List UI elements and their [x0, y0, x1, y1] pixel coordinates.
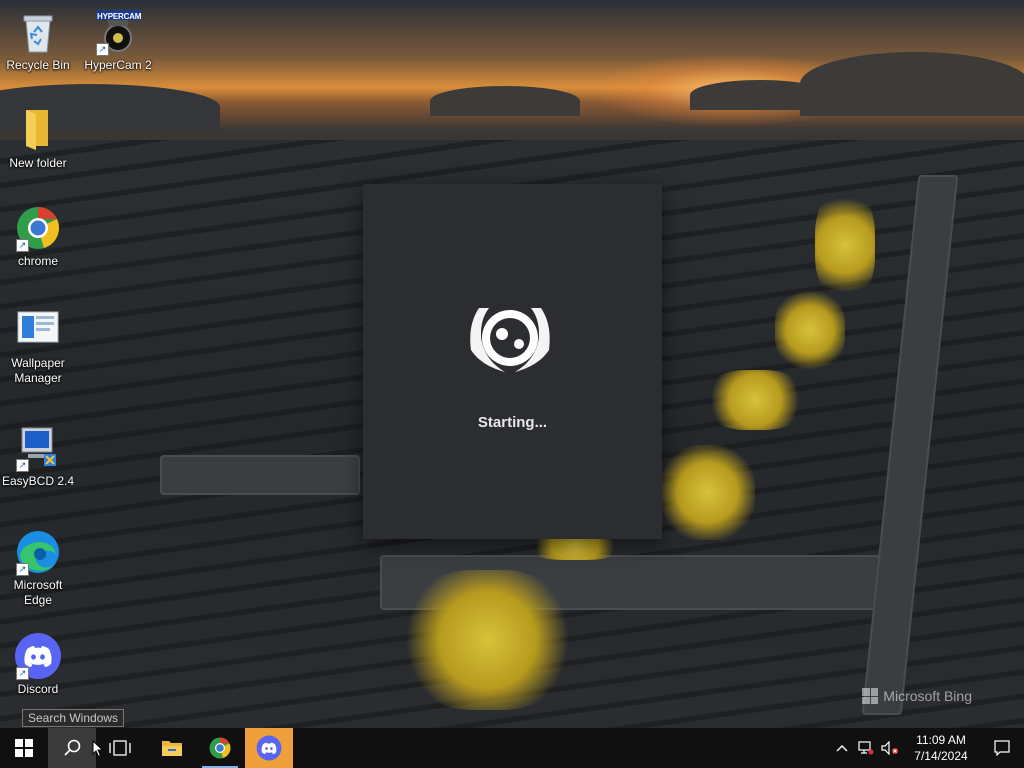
shortcut-arrow-icon: ↗ — [16, 563, 29, 576]
chrome-taskbar-button[interactable] — [196, 728, 244, 768]
show-hidden-icons-chevron-icon[interactable] — [830, 728, 854, 768]
bing-watermark-label: Microsoft Bing — [883, 688, 972, 704]
wallpaper-manager-icon — [14, 306, 62, 354]
desktop-icon-wallpaper-manager[interactable]: Wallpaper Manager — [0, 306, 76, 386]
desktop-icon-label: Microsoft Edge — [13, 578, 63, 607]
desktop-icon-label: Discord — [17, 682, 59, 696]
discord-splash-window: Starting... — [363, 184, 662, 539]
search-button[interactable] — [48, 728, 96, 768]
desktop-icon-label: EasyBCD 2.4 — [1, 474, 75, 488]
chrome-icon: ↗ — [14, 204, 62, 252]
wallpaper-mountain — [430, 86, 580, 116]
action-center-button[interactable] — [980, 728, 1024, 768]
desktop-icon-label: Recycle Bin — [6, 58, 70, 72]
shortcut-arrow-icon: ↗ — [16, 459, 29, 472]
discord-icon: ↗ — [14, 632, 62, 680]
file-explorer-button[interactable] — [148, 728, 196, 768]
chrome-icon — [209, 737, 231, 759]
hypercam-badge: HYPERCAM — [97, 12, 142, 21]
desktop-icon-chrome[interactable]: ↗ chrome — [0, 204, 76, 269]
shortcut-arrow-icon: ↗ — [16, 239, 29, 252]
search-icon — [64, 739, 81, 756]
desktop-icon-edge[interactable]: ↗ Microsoft Edge — [0, 528, 76, 608]
start-button[interactable] — [0, 728, 48, 768]
volume-muted-icon[interactable] — [878, 728, 902, 768]
edge-icon: ↗ — [14, 528, 62, 576]
shortcut-arrow-icon: ↗ — [16, 667, 29, 680]
desktop-icon-label: New folder — [9, 156, 67, 170]
desktop-icon-new-folder[interactable]: New folder — [0, 106, 76, 171]
desktop-icon-label: Wallpaper Manager — [11, 356, 65, 385]
recycle-bin-icon — [14, 8, 62, 56]
desktop-icon-recycle-bin[interactable]: Recycle Bin — [0, 8, 76, 73]
desktop-icon-label: HyperCam 2 — [84, 58, 152, 72]
wallpaper-mountain — [800, 52, 1024, 116]
wallpaper-vine — [660, 445, 755, 540]
shortcut-arrow-icon: ↗ — [96, 43, 109, 56]
desktop-icon-discord[interactable]: ↗ Discord — [0, 632, 76, 697]
easybcd-icon: ↗ — [14, 424, 62, 472]
mouse-cursor-icon — [92, 740, 104, 758]
taskbar-clock[interactable]: 11:09 AM 7/14/2024 — [902, 732, 980, 764]
taskbar: 11:09 AM 7/14/2024 — [0, 728, 1024, 768]
task-view-icon — [109, 740, 131, 756]
file-explorer-icon — [162, 741, 182, 756]
hypercam-icon: HYPERCAM ↗ — [94, 8, 142, 56]
wallpaper-vine — [775, 290, 845, 370]
system-tray: 11:09 AM 7/14/2024 — [830, 728, 1024, 768]
desktop-icon-easybcd[interactable]: ↗ EasyBCD 2.4 — [0, 424, 76, 489]
clock-date: 7/14/2024 — [914, 749, 968, 763]
network-icon[interactable] — [854, 728, 878, 768]
wallpaper-vine — [815, 190, 875, 300]
wallpaper-vine — [405, 570, 570, 710]
discord-icon — [256, 735, 282, 761]
notification-icon — [994, 740, 1010, 756]
bing-watermark: Microsoft Bing — [862, 688, 972, 704]
folder-icon — [14, 106, 62, 154]
search-tooltip: Search Windows — [22, 709, 125, 727]
bing-logo-icon — [862, 688, 879, 704]
windows-logo-icon — [15, 739, 33, 757]
discord-loading-logo-icon — [461, 294, 559, 378]
splash-status-text: Starting... — [477, 414, 548, 431]
clock-time: 11:09 AM — [916, 733, 966, 747]
wallpaper-stone-wall — [160, 455, 360, 495]
desktop-icon-hypercam[interactable]: HYPERCAM ↗ HyperCam 2 — [80, 8, 156, 73]
desktop-icon-label: chrome — [17, 254, 58, 268]
wallpaper-vine — [705, 370, 805, 430]
discord-taskbar-button[interactable] — [245, 728, 293, 768]
